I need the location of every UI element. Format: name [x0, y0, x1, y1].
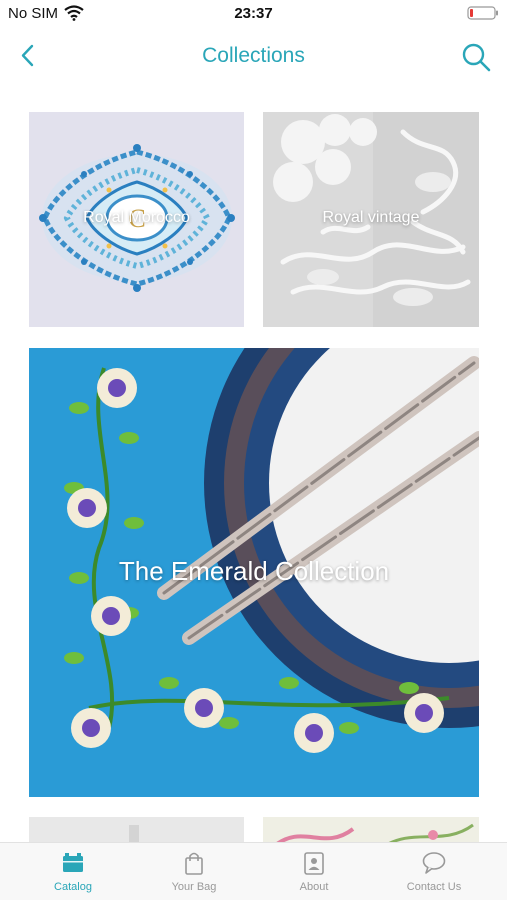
collection-partial-image [263, 817, 479, 842]
tab-about[interactable]: About [251, 843, 377, 900]
collection-tile-royal-vintage[interactable]: Royal vintage [263, 112, 479, 327]
status-time: 23:37 [234, 5, 273, 22]
tab-bar: Catalog Your Bag About Contact Us [0, 842, 507, 900]
battery-icon [467, 6, 498, 20]
tab-label: Contact Us [406, 881, 462, 893]
collection-label: The Emerald Collection [118, 556, 390, 586]
tab-catalog[interactable]: Catalog [10, 843, 136, 900]
search-button[interactable] [459, 40, 493, 74]
collection-tile-partial[interactable] [263, 817, 479, 842]
tab-contact-us[interactable]: Contact Us [371, 843, 497, 900]
status-bar: No SIM 23:37 [0, 0, 507, 28]
collection-partial-image [29, 817, 244, 842]
collection-tile-royal-morocco[interactable]: C Royal Morocco [29, 112, 244, 327]
tab-label: Your Bag [171, 881, 217, 893]
tab-your-bag[interactable]: Your Bag [131, 843, 257, 900]
collection-tile-partial[interactable] [29, 817, 244, 842]
tab-label: About [299, 881, 329, 893]
search-icon [462, 43, 491, 72]
nav-bar: Collections [0, 28, 507, 84]
catalog-icon [63, 853, 83, 872]
page-title: Collections [202, 44, 305, 67]
bag-icon [185, 852, 203, 875]
tab-label: Catalog [54, 881, 92, 893]
collection-label: Royal Morocco [83, 209, 190, 226]
collections-grid: C Royal Morocco Royal vintage The Emeral… [0, 84, 507, 842]
about-icon [304, 852, 324, 875]
collection-tile-emerald[interactable]: The Emerald Collection [29, 348, 479, 797]
collection-label: Royal vintage [322, 209, 420, 226]
chat-icon [422, 852, 446, 874]
